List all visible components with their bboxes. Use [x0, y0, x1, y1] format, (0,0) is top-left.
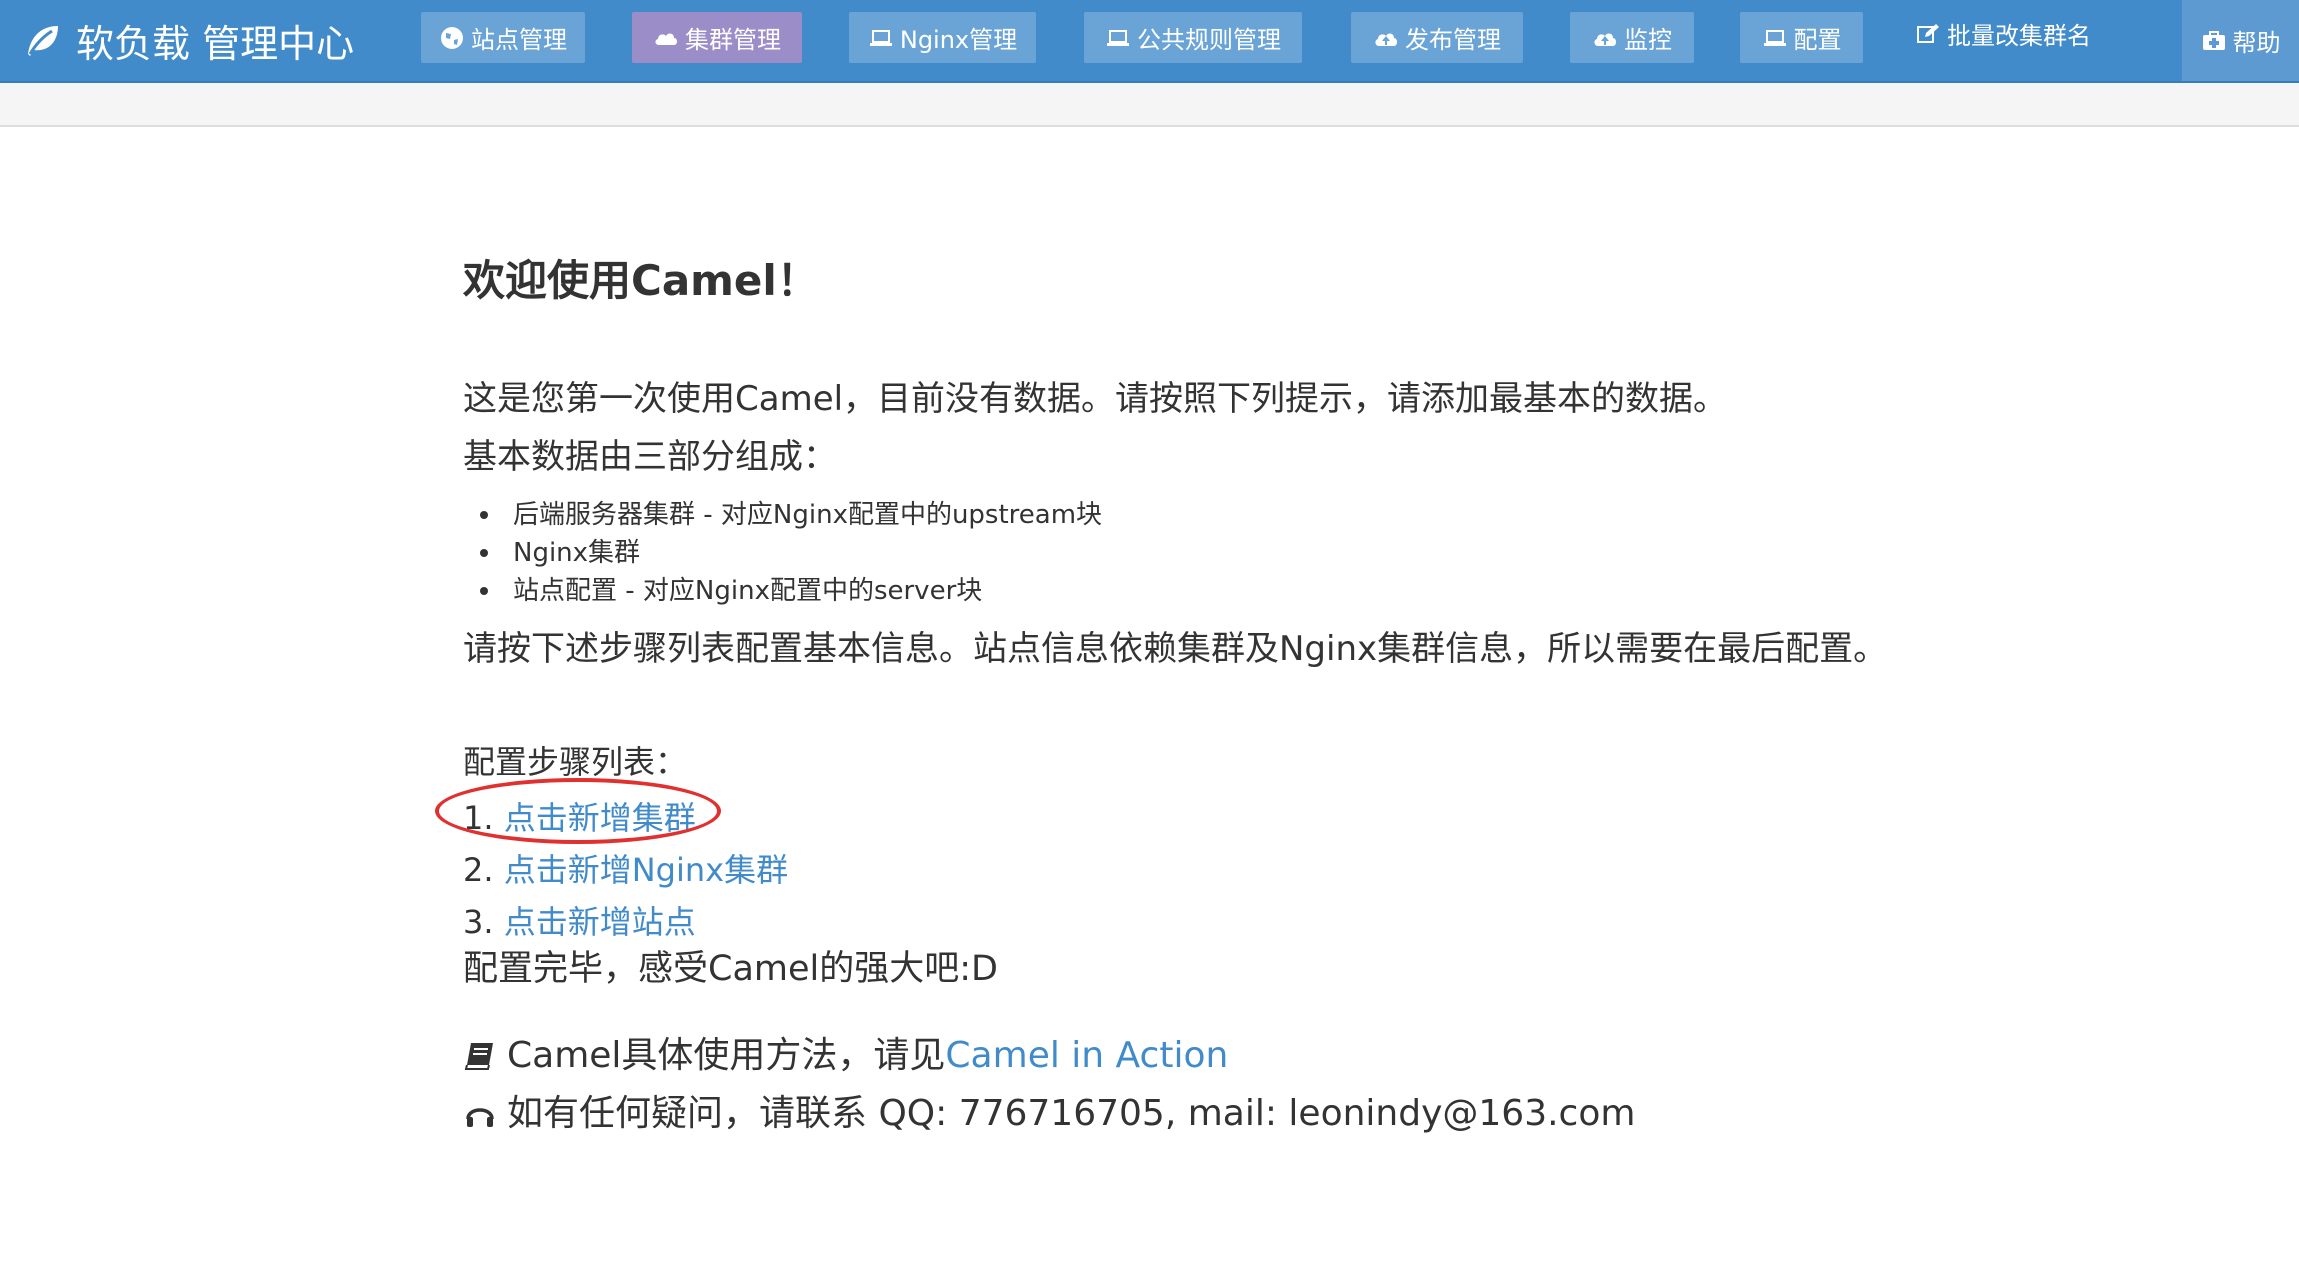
nav-label: Nginx管理 — [899, 26, 1018, 54]
list-item: 后端服务器集群 - 对应Nginx配置中的upstream块 — [463, 496, 2263, 534]
nav-help[interactable]: 帮助 — [2182, 0, 2299, 81]
nav-batch-rename-cluster[interactable]: 批量改集群名 — [1903, 8, 2103, 59]
composition-text: 基本数据由三部分组成： — [463, 437, 837, 477]
contact-line: 如有任何疑问，请联系 QQ: 776716705, mail: leonindy… — [463, 1085, 2263, 1143]
add-cluster-link[interactable]: 点击新增集群 — [504, 799, 696, 837]
done-text: 配置完毕，感受Camel的强大吧:D — [463, 949, 998, 989]
step-item: 2. 点击新增Nginx集群 — [463, 844, 2263, 896]
usage-line: Camel具体使用方法，请见 Camel in Action — [463, 1027, 2263, 1085]
list-item: Nginx集群 — [463, 534, 2263, 572]
list-item: 站点配置 - 对应Nginx配置中的server块 — [463, 572, 2263, 610]
nav-label: 集群管理 — [685, 26, 781, 54]
laptop-icon — [1763, 29, 1786, 46]
intro-text: 这是您第一次使用Camel，目前没有数据。请按照下列提示，请添加最基本的数据。 — [463, 379, 1728, 419]
nav-label: 监控 — [1624, 26, 1672, 54]
laptop-icon — [869, 29, 892, 46]
book-icon — [464, 1043, 493, 1070]
page-title: 欢迎使用Camel！ — [463, 256, 819, 305]
nav-label: 发布管理 — [1405, 26, 1501, 54]
cloud-upload-icon — [1594, 33, 1616, 46]
nav-label: 批量改集群名 — [1947, 22, 2091, 50]
step-item: 3. 点击新增站点 — [463, 896, 2263, 948]
cloud-icon — [655, 33, 677, 45]
nav-label: 公共规则管理 — [1137, 26, 1281, 54]
edit-icon — [1917, 23, 1939, 43]
globe-icon — [441, 26, 463, 49]
data-parts-list: 后端服务器集群 - 对应Nginx配置中的upstream块 Nginx集群 站… — [463, 496, 2263, 610]
nav-publish-management[interactable]: 发布管理 — [1351, 12, 1523, 63]
laptop-icon — [1107, 29, 1129, 46]
top-navbar: 软负载 管理中心 站点管理 集群管理 Nginx管理 公共规则管理 发布管理 监… — [0, 0, 2299, 83]
sub-bar — [0, 83, 2299, 127]
info-section: Camel具体使用方法，请见 Camel in Action 如有任何疑问，请联… — [463, 1027, 2263, 1143]
nav-public-rules-management[interactable]: 公共规则管理 — [1084, 12, 1302, 63]
add-site-link[interactable]: 点击新增站点 — [504, 903, 696, 941]
nav-nginx-management[interactable]: Nginx管理 — [849, 12, 1036, 63]
nav-config[interactable]: 配置 — [1740, 12, 1863, 63]
nav-site-management[interactable]: 站点管理 — [421, 12, 585, 63]
welcome-panel: 欢迎使用Camel！ 这是您第一次使用Camel，目前没有数据。请按照下列提示，… — [435, 256, 2263, 1143]
steps-intro-text: 请按下述步骤列表配置基本信息。站点信息依赖集群及Nginx集群信息，所以需要在最… — [463, 629, 1888, 669]
nav-label: 配置 — [1793, 26, 1842, 54]
contact-text: 如有任何疑问，请联系 QQ: 776716705, mail: leonindy… — [507, 1093, 1636, 1134]
nav-label: 站点管理 — [471, 26, 567, 54]
step-number: 2. — [463, 851, 494, 889]
step-item: 1. 点击新增集群 — [435, 778, 2263, 844]
add-nginx-cluster-link[interactable]: 点击新增Nginx集群 — [504, 851, 788, 889]
medkit-icon — [2202, 30, 2225, 50]
leaf-icon — [28, 26, 58, 56]
step-number: 3. — [463, 903, 494, 941]
brand-title: 软负载 管理中心 — [76, 21, 355, 66]
usage-text: Camel具体使用方法，请见 — [507, 1035, 946, 1076]
steps-title: 配置步骤列表： — [463, 743, 688, 781]
nav-monitor[interactable]: 监控 — [1570, 12, 1694, 63]
nav-label: 帮助 — [2232, 29, 2281, 57]
camel-in-action-link[interactable]: Camel in Action — [945, 1027, 1228, 1085]
brand[interactable]: 软负载 管理中心 — [22, 10, 354, 70]
headphones-icon — [466, 1108, 494, 1127]
steps-list: 1. 点击新增集群 2. 点击新增Nginx集群 3. 点击新增站点 — [435, 778, 2263, 948]
nav-cluster-management[interactable]: 集群管理 — [632, 12, 802, 63]
step-number: 1. — [463, 799, 494, 837]
cloud-upload-icon — [1375, 33, 1397, 46]
